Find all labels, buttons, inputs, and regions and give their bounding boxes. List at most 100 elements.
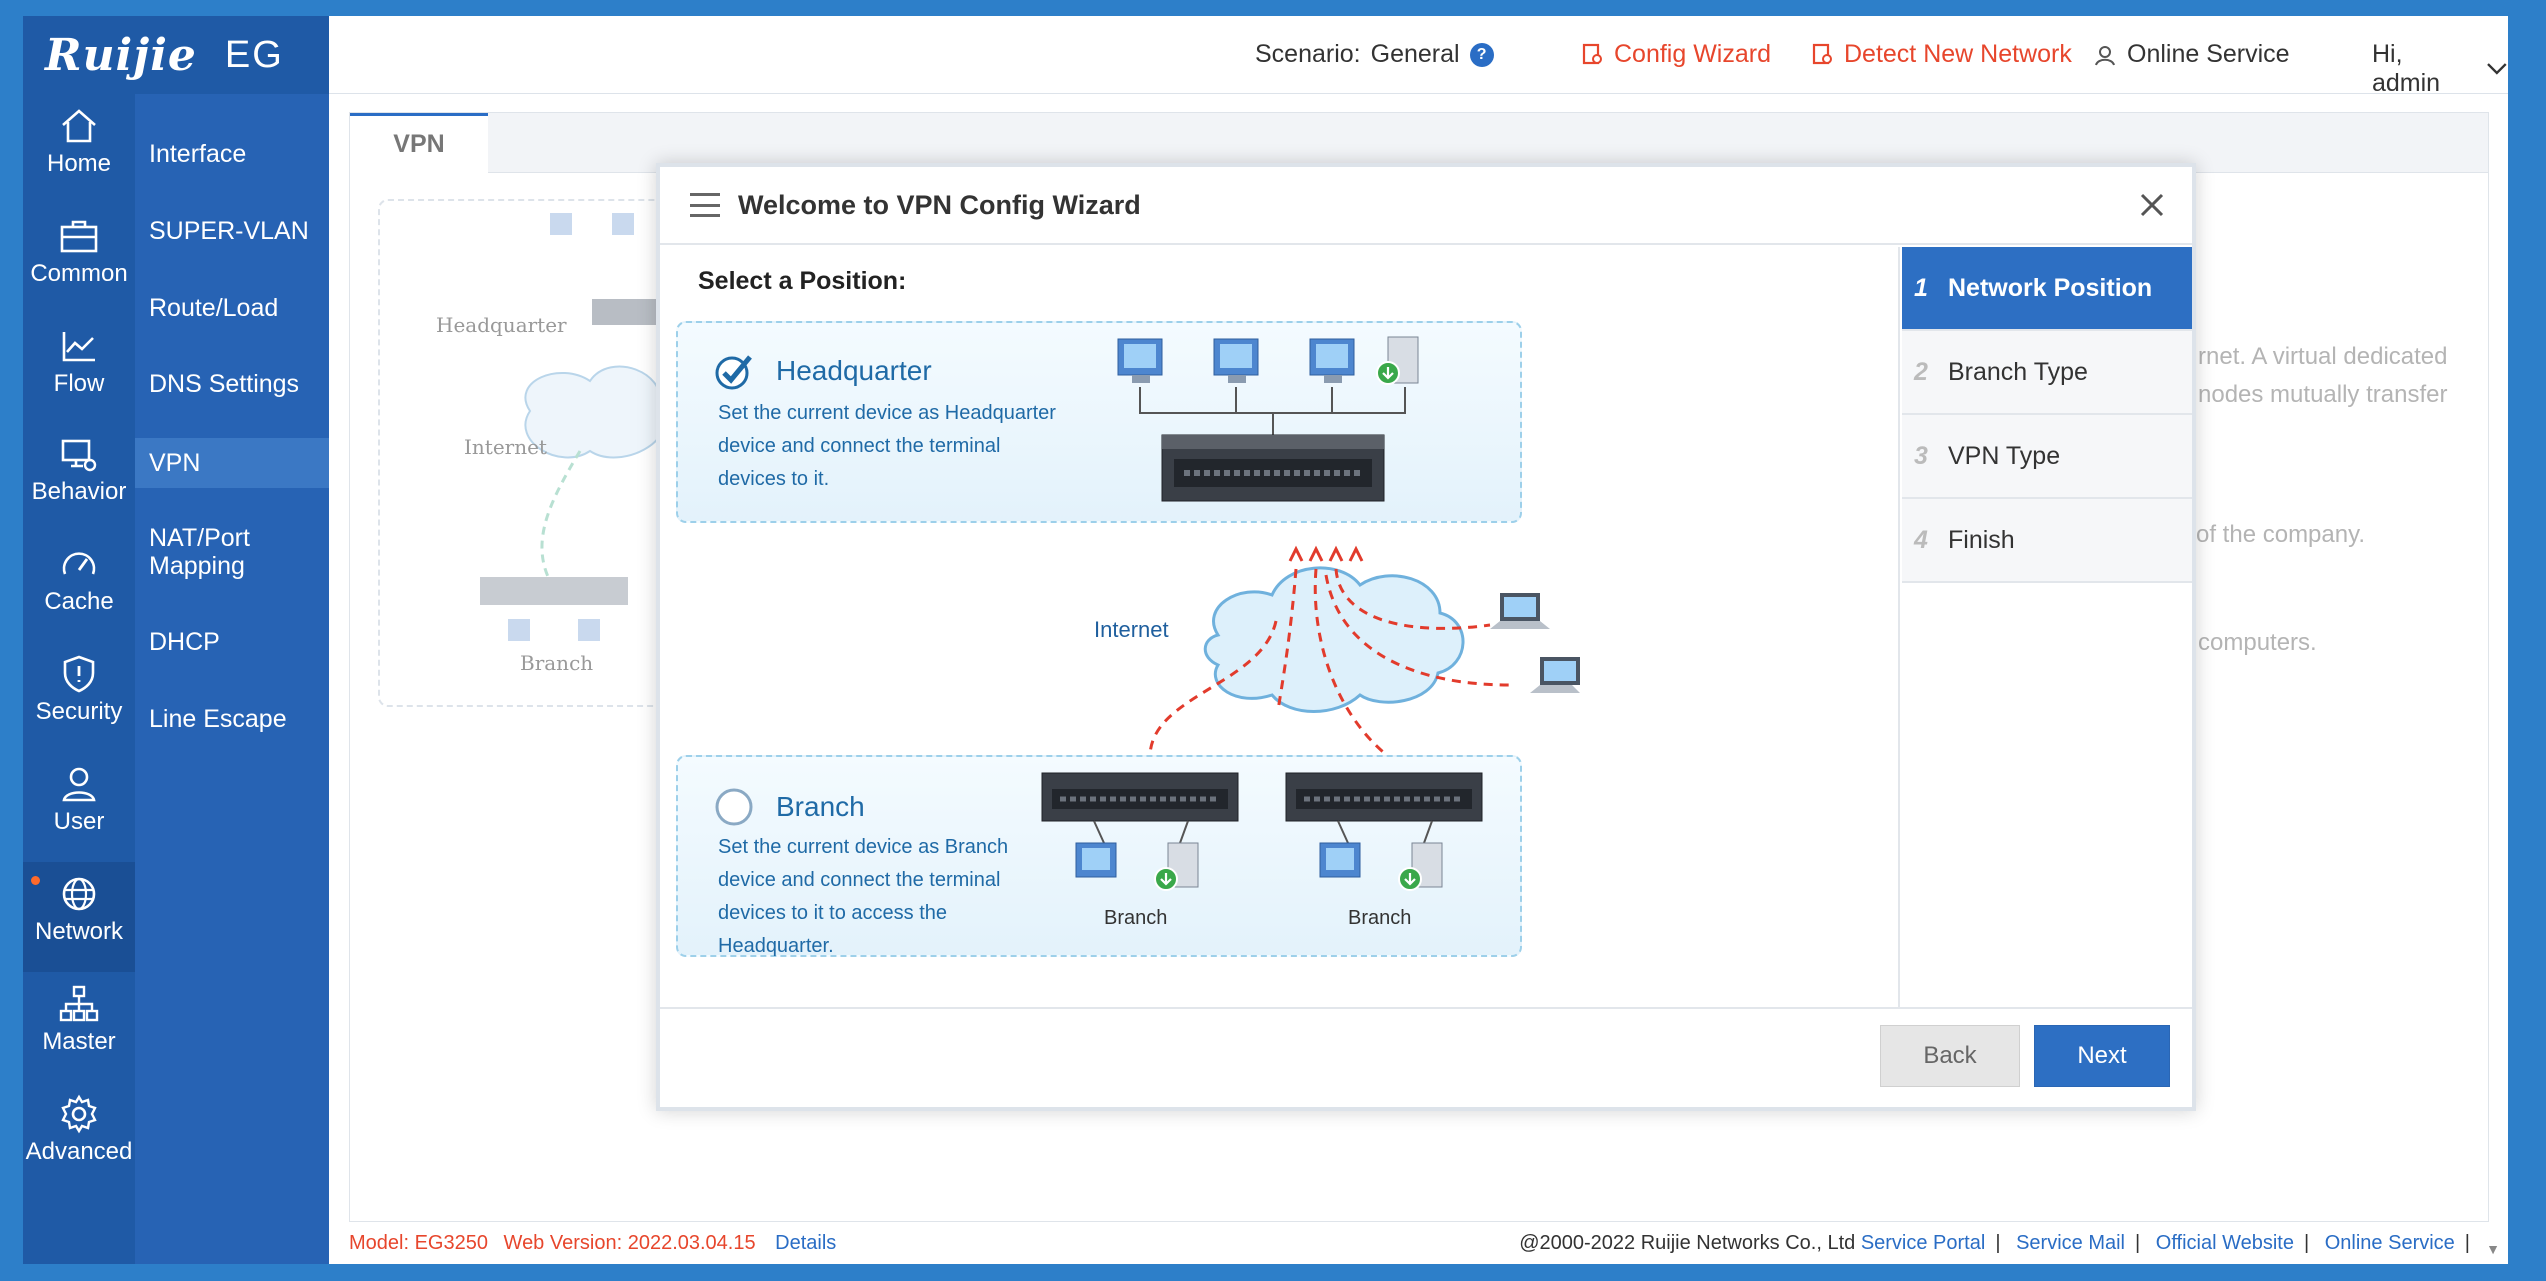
- window-frame: Home Common Flow Behavior Cache Security…: [0, 0, 2546, 1281]
- bg-hq-label: Headquarter: [436, 313, 567, 337]
- rail-item-advanced[interactable]: Advanced: [23, 1082, 135, 1192]
- step-vpn-type: 3 VPN Type: [1902, 415, 2192, 499]
- step-label: Branch Type: [1948, 357, 2088, 386]
- user-menu[interactable]: Hi, admin: [2372, 40, 2508, 98]
- rail-item-behavior[interactable]: Behavior: [23, 422, 135, 532]
- step-label: VPN Type: [1948, 441, 2061, 470]
- online-service-footer-link[interactable]: Online Service: [2325, 1232, 2455, 1254]
- scenario-label: Scenario:: [1255, 40, 1361, 68]
- gear-icon: [61, 1094, 97, 1134]
- branch-description: Set the current device as Branch device …: [718, 836, 1009, 957]
- internet-label: Internet: [1094, 617, 1169, 642]
- rail-item-network[interactable]: Network: [23, 862, 135, 972]
- gauge-icon: [62, 552, 96, 575]
- web-version-value: 2022.03.04.15: [627, 1232, 756, 1254]
- scenario-value: General: [1370, 40, 1460, 68]
- subnav-item-interface[interactable]: Interface: [135, 140, 329, 168]
- rail-item-security[interactable]: Security: [23, 642, 135, 752]
- subnav-item-dns-settings[interactable]: DNS Settings: [135, 370, 329, 398]
- back-button[interactable]: Back: [1880, 1025, 2020, 1087]
- headquarter-option-card[interactable]: Headquarter Set the current device as He…: [676, 321, 1522, 523]
- rail-item-master[interactable]: Master: [23, 972, 135, 1082]
- server-download-icon: [1398, 842, 1443, 891]
- bg-description-line: rnet. A virtual dedicated: [2198, 343, 2448, 370]
- model-value: EG3250: [414, 1232, 488, 1254]
- wizard-icon: [1582, 43, 1602, 64]
- step-finish: 4 Finish: [1902, 499, 2192, 583]
- online-service-link[interactable]: Online Service: [2093, 40, 2290, 69]
- vpn-config-wizard-dialog: Welcome to VPN Config Wizard Select a Po…: [656, 163, 2196, 1111]
- laptop-icon: [1490, 593, 1550, 629]
- step-number: 2: [1914, 357, 1928, 386]
- dialog-footer: Back Next: [660, 1007, 2192, 1107]
- scenario-selector[interactable]: Scenario: General ?: [1255, 40, 1494, 69]
- rail-label: Behavior: [31, 478, 127, 505]
- step-number: 1: [1914, 273, 1928, 302]
- support-agent-icon: [2095, 45, 2115, 65]
- wizard-steps: 1 Network Position 2 Branch Type 3 VPN T…: [1898, 247, 2192, 1007]
- bg-description-line: nodes mutually transfer: [2198, 381, 2448, 408]
- desktop-pc-icon: [1309, 338, 1355, 383]
- logo-mark: Ruijie: [45, 29, 197, 81]
- server-download-icon: [1154, 842, 1199, 891]
- service-portal-link[interactable]: Service Portal: [1861, 1232, 1986, 1254]
- greeting-label: Hi, admin: [2372, 40, 2441, 97]
- sub-nav: Interface SUPER-VLAN Route/Load DNS Sett…: [135, 94, 329, 1264]
- checked-radio-icon[interactable]: [714, 351, 754, 391]
- footer-version-info: Model: EG3250 Web Version: 2022.03.04.15…: [349, 1222, 836, 1264]
- rail-item-home[interactable]: Home: [23, 94, 135, 204]
- unchecked-radio-icon[interactable]: [714, 787, 754, 827]
- app-window: Home Common Flow Behavior Cache Security…: [23, 16, 2508, 1264]
- rail-item-flow[interactable]: Flow: [23, 314, 135, 424]
- bg-internet-label: Internet: [464, 435, 547, 459]
- copyright-text: @2000-2022 Ruijie Networks Co., Ltd: [1519, 1232, 1856, 1254]
- branch-device-label: Branch: [1348, 907, 1412, 929]
- headquarter-topology-illustration: [1117, 336, 1419, 502]
- server-download-icon: [1376, 336, 1419, 385]
- main-nav-rail: Home Common Flow Behavior Cache Security…: [23, 16, 135, 1264]
- subnav-item-vpn[interactable]: VPN: [135, 438, 329, 488]
- internet-cloud-illustration: [1148, 545, 1580, 765]
- help-icon[interactable]: ?: [1469, 42, 1494, 67]
- bg-description-line: of the company.: [2196, 521, 2365, 548]
- branch-topology-illustration: [1041, 772, 1483, 891]
- detect-network-label: Detect New Network: [1844, 40, 2072, 68]
- rail-item-cache[interactable]: Cache: [23, 532, 135, 642]
- details-link[interactable]: Details: [775, 1232, 836, 1254]
- step-branch-type: 2 Branch Type: [1902, 331, 2192, 415]
- branch-device-label: Branch: [1104, 907, 1168, 929]
- official-website-link[interactable]: Official Website: [2156, 1232, 2294, 1254]
- branch-option-card[interactable]: Branch Set the current device as Branch …: [676, 755, 1522, 957]
- branch-title: Branch: [776, 791, 865, 822]
- rail-label: Master: [42, 1028, 116, 1055]
- detect-network-link[interactable]: Detect New Network: [1812, 40, 2072, 69]
- line-chart-icon: [62, 332, 95, 362]
- next-button[interactable]: Next: [2034, 1025, 2170, 1087]
- shield-icon: [63, 655, 95, 693]
- close-icon[interactable]: [2136, 189, 2168, 221]
- subnav-item-dhcp[interactable]: DHCP: [135, 628, 329, 656]
- rail-label: Security: [35, 698, 123, 725]
- desktop-pc-icon: [1213, 338, 1259, 383]
- headquarter-title: Headquarter: [776, 355, 932, 386]
- subnav-item-super-vlan[interactable]: SUPER-VLAN: [135, 217, 329, 245]
- brand-logo[interactable]: Ruijie EG: [23, 16, 329, 94]
- headquarter-description: Set the current device as Headquarter de…: [718, 402, 1056, 490]
- rail-item-user[interactable]: User: [23, 752, 135, 862]
- laptop-icon: [1530, 657, 1580, 693]
- subnav-item-route-load[interactable]: Route/Load: [135, 294, 329, 322]
- service-mail-link[interactable]: Service Mail: [2016, 1232, 2125, 1254]
- subnav-item-line-escape[interactable]: Line Escape: [135, 705, 329, 733]
- rail-item-common[interactable]: Common: [23, 204, 135, 314]
- dialog-title: Welcome to VPN Config Wizard: [738, 189, 1141, 220]
- desktop-pc-icon: [1117, 338, 1163, 383]
- config-wizard-link[interactable]: Config Wizard: [1582, 40, 1771, 69]
- config-wizard-label: Config Wizard: [1614, 40, 1771, 68]
- background-vpn-diagram: Headquarter Internet Branch: [378, 199, 668, 707]
- hamburger-icon: [690, 193, 720, 217]
- subnav-item-nat-port-mapping[interactable]: NAT/Port Mapping: [135, 524, 285, 580]
- rail-label: Flow: [53, 370, 105, 397]
- chevron-down-icon: [2487, 63, 2507, 75]
- scroll-down-icon[interactable]: ▼: [2478, 1234, 2508, 1264]
- tab-vpn[interactable]: VPN: [350, 113, 488, 174]
